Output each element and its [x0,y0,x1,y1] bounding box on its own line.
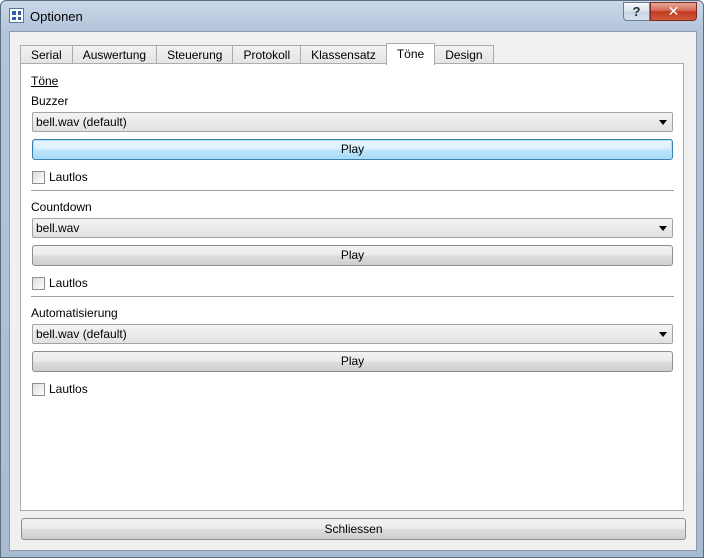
section-divider [31,190,674,192]
options-dialog: Optionen ? ✕ Serial Auswertung Steuerung… [0,0,704,558]
tab-toene[interactable]: Töne [385,43,436,65]
buzzer-label: Buzzer [31,94,69,108]
automatisierung-play-button[interactable]: Play [32,351,673,372]
tab-auswertung[interactable]: Auswertung [71,45,158,64]
automatisierung-mute-row[interactable]: Lautlos [32,382,88,396]
tab-serial[interactable]: Serial [20,45,73,64]
chevron-down-icon [659,120,667,125]
dialog-client-area: Serial Auswertung Steuerung Protokoll Kl… [9,31,697,551]
buzzer-play-button[interactable]: Play [32,139,673,160]
tab-protokoll[interactable]: Protokoll [232,45,302,64]
title-bar[interactable]: Optionen ? ✕ [1,1,703,31]
automatisierung-mute-checkbox[interactable] [32,382,45,396]
help-button[interactable]: ? [623,2,650,21]
tab-klassensatz[interactable]: Klassensatz [300,45,387,64]
countdown-label: Countdown [31,200,92,214]
chevron-down-icon [659,332,667,337]
close-dialog-button[interactable]: Schliessen [21,518,686,540]
tab-panel-toene: Töne Buzzer bell.wav (default) Play Laut… [20,63,684,511]
automatisierung-sound-select[interactable]: bell.wav (default) [32,324,673,344]
app-icon [9,8,24,23]
tab-design[interactable]: Design [434,45,494,64]
countdown-sound-value: bell.wav [36,221,80,235]
countdown-mute-checkbox[interactable] [32,276,45,290]
tab-bar: Serial Auswertung Steuerung Protokoll Kl… [20,43,494,65]
buzzer-sound-select[interactable]: bell.wav (default) [32,112,673,132]
automatisierung-label: Automatisierung [31,306,118,320]
close-window-button[interactable]: ✕ [650,2,697,21]
buzzer-mute-label: Lautlos [49,170,88,184]
countdown-mute-row[interactable]: Lautlos [32,276,88,290]
window-title: Optionen [30,9,83,24]
countdown-play-button[interactable]: Play [32,245,673,266]
tab-steuerung[interactable]: Steuerung [156,45,234,64]
panel-heading: Töne [31,74,59,88]
countdown-mute-label: Lautlos [49,276,88,290]
automatisierung-sound-value: bell.wav (default) [36,327,127,341]
buzzer-mute-row[interactable]: Lautlos [32,170,88,184]
section-divider [31,296,674,298]
buzzer-mute-checkbox[interactable] [32,170,45,184]
countdown-sound-select[interactable]: bell.wav [32,218,673,238]
chevron-down-icon [659,226,667,231]
automatisierung-mute-label: Lautlos [49,382,88,396]
buzzer-sound-value: bell.wav (default) [36,115,127,129]
